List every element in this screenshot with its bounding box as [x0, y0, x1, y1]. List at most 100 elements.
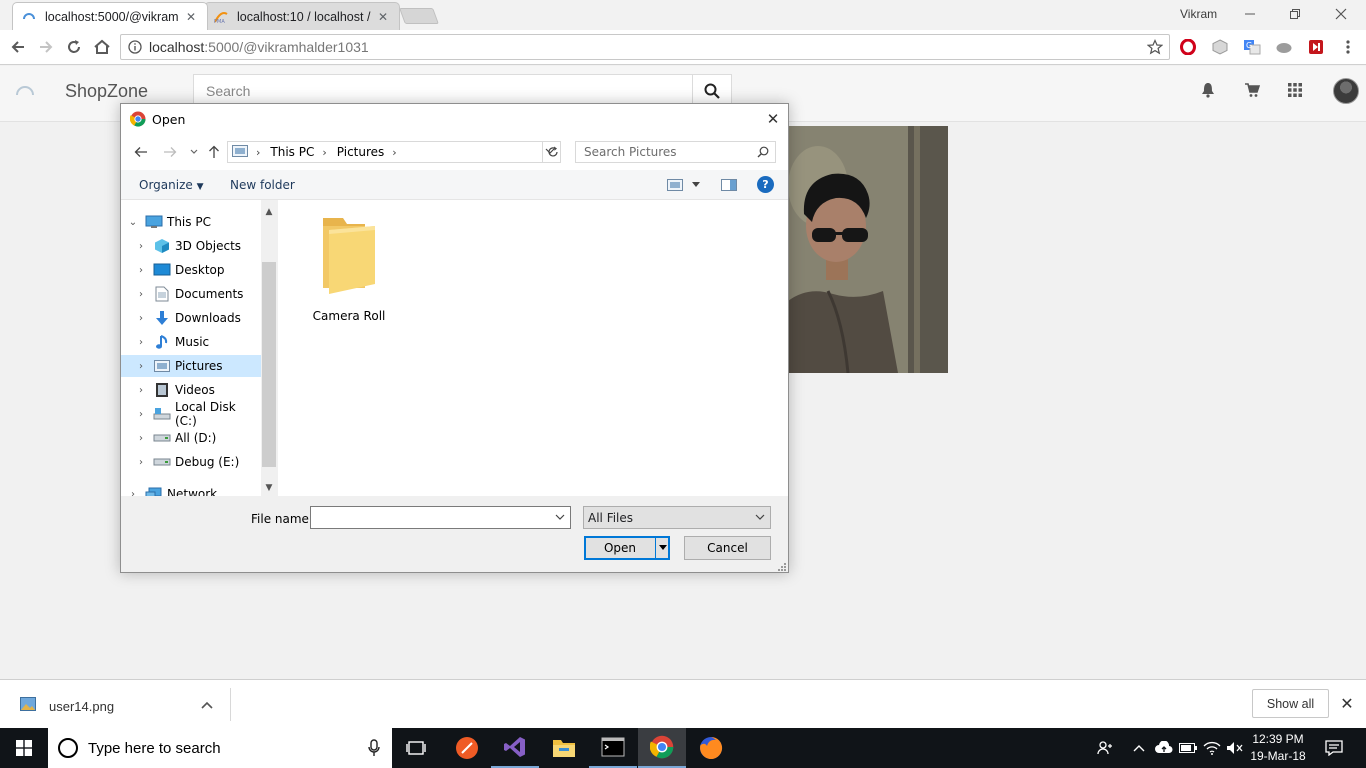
nav-item-3d-objects[interactable]: › 3D Objects [121, 235, 261, 257]
close-icon[interactable]: ✕ [1338, 695, 1356, 713]
bookmark-star-icon[interactable] [1146, 39, 1164, 58]
nav-item-pictures[interactable]: › Pictures [121, 355, 261, 377]
preview-pane-icon[interactable] [719, 176, 739, 194]
chevron-right-icon[interactable]: › [135, 289, 147, 300]
file-type-select[interactable]: All Files [583, 506, 771, 529]
open-options-dropdown-icon[interactable] [655, 537, 669, 559]
chevron-right-icon[interactable]: › [127, 489, 139, 497]
nav-item-local-disk-c[interactable]: › Local Disk (C:) [121, 400, 261, 428]
bell-icon[interactable] [1198, 80, 1218, 100]
file-explorer-app-icon[interactable] [540, 728, 588, 768]
chevron-right-icon[interactable]: › [135, 241, 147, 252]
chevron-down-icon[interactable] [754, 511, 766, 526]
translate-extension-icon[interactable]: G [1243, 38, 1261, 56]
close-icon[interactable]: ✕ [183, 10, 199, 24]
search-pictures-input[interactable]: Search Pictures [575, 141, 776, 163]
volume-muted-icon[interactable] [1225, 728, 1245, 768]
back-arrow-icon[interactable] [132, 143, 150, 161]
chevron-right-icon[interactable]: › [135, 361, 147, 372]
show-all-button[interactable]: Show all [1252, 689, 1329, 718]
people-icon[interactable] [1094, 728, 1116, 768]
up-arrow-icon[interactable] [205, 143, 223, 161]
folder-camera-roll[interactable]: Camera Roll [306, 214, 392, 324]
nav-item-videos[interactable]: › Videos [121, 379, 261, 401]
cortana-icon[interactable] [58, 738, 78, 758]
action-center-icon[interactable] [1322, 728, 1346, 768]
nav-item-all-d[interactable]: › All (D:) [121, 427, 261, 449]
cube-extension-icon[interactable] [1211, 38, 1229, 56]
firefox-app-icon[interactable] [687, 728, 735, 768]
taskbar-clock[interactable]: 12:39 PM 19-Mar-18 [1248, 731, 1308, 765]
scroll-up-icon[interactable]: ▲ [261, 204, 277, 220]
close-icon[interactable]: ✕ [764, 110, 782, 128]
close-icon[interactable]: ✕ [375, 10, 391, 24]
opera-extension-icon[interactable] [1179, 38, 1197, 56]
resize-grip-icon[interactable] [776, 560, 786, 571]
browser-tab-phpmyadmin[interactable]: PMA localhost:10 / localhost / ✕ [204, 2, 400, 30]
nav-item-network[interactable]: › Network [121, 483, 261, 496]
home-icon[interactable] [91, 36, 113, 58]
chevron-up-icon[interactable] [198, 696, 216, 714]
chevron-down-icon[interactable] [554, 511, 566, 526]
chevron-right-icon[interactable]: › [322, 146, 326, 159]
organize-menu[interactable]: Organize ▼ [139, 178, 204, 192]
breadcrumb-pictures[interactable]: Pictures [337, 145, 385, 159]
view-mode-icon[interactable] [665, 176, 685, 194]
reload-icon[interactable] [63, 36, 85, 58]
windows-start-icon[interactable] [0, 728, 48, 768]
forward-arrow-icon[interactable] [35, 36, 57, 58]
scrollbar-thumb[interactable] [262, 262, 276, 467]
brand-name[interactable]: ShopZone [65, 81, 148, 102]
minimize-icon[interactable] [1238, 4, 1262, 24]
cart-icon[interactable] [1242, 80, 1262, 100]
address-bar[interactable]: localhost:5000/@vikramhalder1031 [120, 34, 1170, 60]
apps-grid-icon[interactable] [1285, 80, 1305, 100]
chevron-right-icon[interactable]: › [135, 265, 147, 276]
cloud-extension-icon[interactable] [1275, 38, 1293, 56]
chevron-right-icon[interactable]: › [392, 146, 396, 159]
recent-locations-chevron-icon[interactable] [185, 143, 203, 161]
chevron-right-icon[interactable]: › [135, 433, 147, 444]
nav-item-desktop[interactable]: › Desktop [121, 259, 261, 281]
command-prompt-app-icon[interactable] [589, 728, 637, 768]
cancel-button[interactable]: Cancel [684, 536, 771, 560]
postman-app-icon[interactable] [443, 728, 491, 768]
search-icon[interactable] [757, 146, 769, 161]
chrome-app-icon[interactable] [638, 728, 686, 768]
breadcrumb-this-pc[interactable]: This PC [270, 145, 314, 159]
chevron-right-icon[interactable]: › [135, 385, 147, 396]
help-icon[interactable]: ? [757, 176, 774, 193]
navigation-pane-scrollbar[interactable]: ▲ ▼ [261, 200, 277, 496]
restore-icon[interactable] [1283, 4, 1307, 24]
battery-icon[interactable] [1178, 728, 1198, 768]
scroll-down-icon[interactable]: ▼ [261, 480, 277, 496]
download-file-name[interactable]: user14.png [49, 699, 114, 714]
profile-name[interactable]: Vikram [1180, 7, 1217, 21]
chevron-right-icon[interactable]: › [135, 337, 147, 348]
info-icon[interactable] [124, 40, 146, 54]
chevron-right-icon[interactable]: › [135, 409, 147, 420]
taskbar-search-input[interactable]: Type here to search [48, 728, 392, 768]
nav-item-music[interactable]: › Music [121, 331, 261, 353]
forward-arrow-icon[interactable] [161, 143, 179, 161]
new-tab-button[interactable] [399, 8, 439, 24]
visual-studio-app-icon[interactable] [491, 728, 539, 768]
nav-item-documents[interactable]: › Documents [121, 283, 261, 305]
chevron-right-icon[interactable]: › [256, 146, 260, 159]
nav-item-this-pc[interactable]: ⌄ This PC [121, 211, 261, 233]
open-button[interactable]: Open [584, 536, 670, 560]
chevron-down-icon[interactable]: ⌄ [127, 217, 139, 228]
close-window-icon[interactable] [1329, 4, 1353, 24]
cloud-upload-icon[interactable] [1154, 728, 1174, 768]
dialog-breadcrumb[interactable]: › This PC › Pictures › [227, 141, 561, 163]
new-folder-button[interactable]: New folder [230, 178, 295, 192]
nav-item-downloads[interactable]: › Downloads [121, 307, 261, 329]
nav-item-debug-e[interactable]: › Debug (E:) [121, 451, 261, 473]
chevron-right-icon[interactable]: › [135, 457, 147, 468]
avatar[interactable] [1333, 78, 1359, 104]
file-name-input[interactable] [310, 506, 571, 529]
browser-tab-shopzone[interactable]: localhost:5000/@vikramh ✕ [12, 2, 208, 30]
view-options-chevron-icon[interactable] [686, 176, 706, 194]
back-arrow-icon[interactable] [7, 36, 29, 58]
chevron-up-icon[interactable] [1130, 728, 1148, 768]
